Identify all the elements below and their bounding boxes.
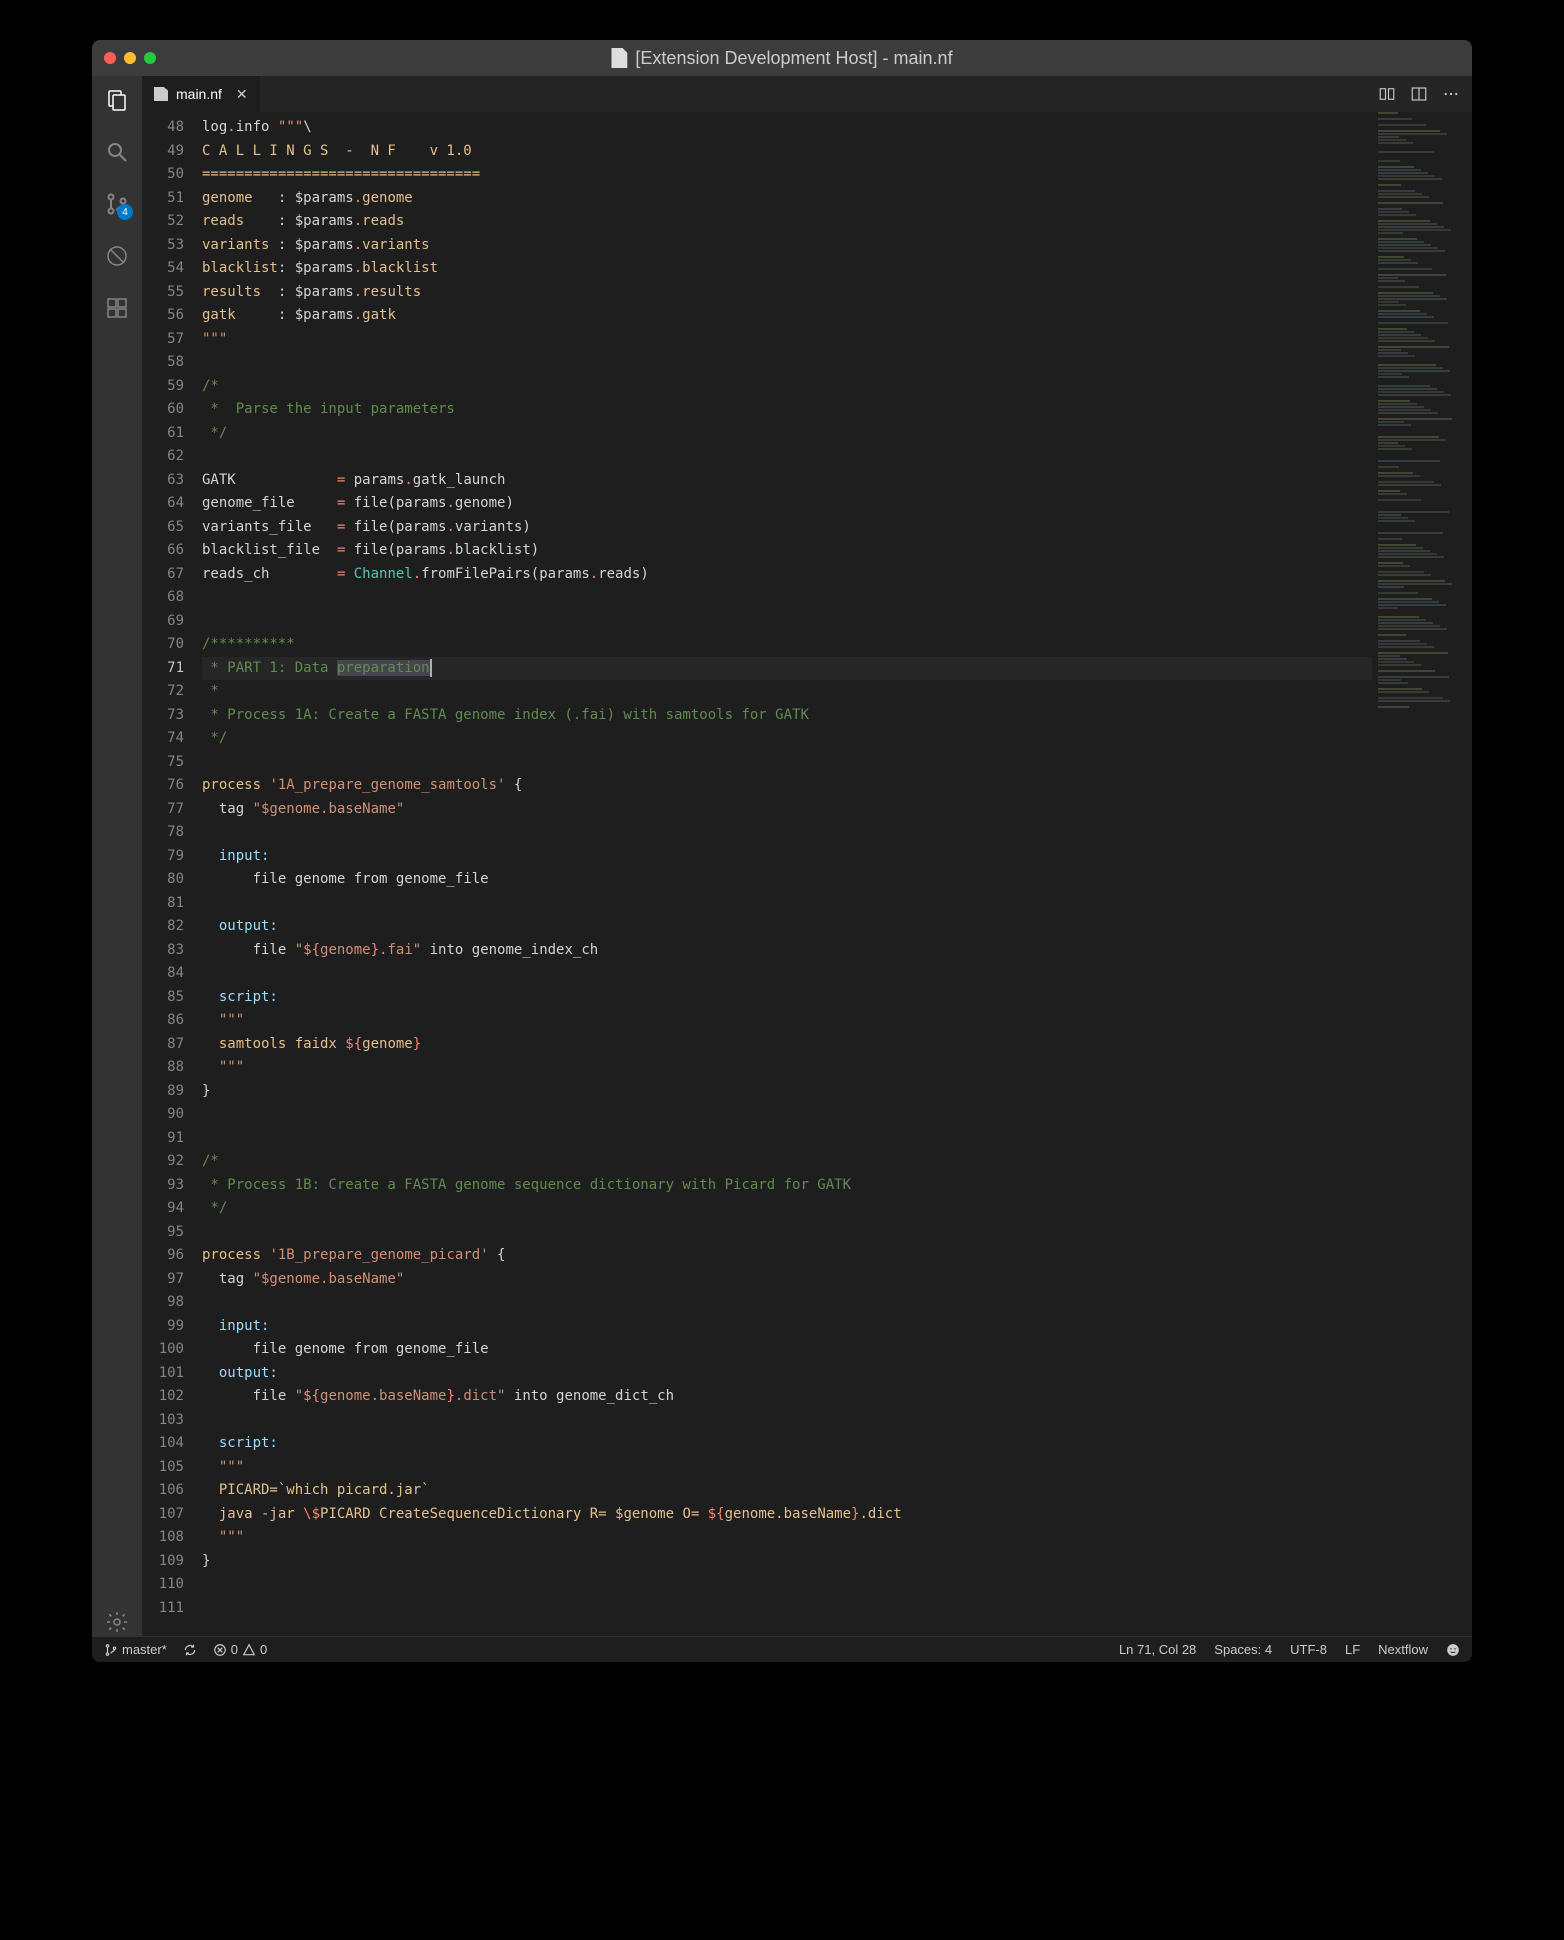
tab-main-nf[interactable]: main.nf ✕	[142, 76, 261, 112]
editor-actions	[1378, 85, 1472, 103]
eol[interactable]: LF	[1345, 1642, 1360, 1657]
branch-name: master*	[122, 1642, 167, 1657]
editor[interactable]: 4849505152535455565758596061626364656667…	[142, 112, 1472, 1636]
warning-count: 0	[260, 1642, 267, 1657]
file-icon	[611, 48, 627, 68]
scm-badge: 4	[117, 204, 133, 220]
language-mode[interactable]: Nextflow	[1378, 1642, 1428, 1657]
split-icon[interactable]	[1410, 85, 1428, 103]
vscode-window: [Extension Development Host] - main.nf 4	[92, 40, 1472, 1662]
maximize-button[interactable]	[144, 52, 156, 64]
close-icon[interactable]: ✕	[236, 86, 248, 103]
workbench: 4 main.nf ✕	[92, 76, 1472, 1636]
activity-bar: 4	[92, 76, 142, 1636]
traffic-lights	[104, 52, 156, 64]
search-icon[interactable]	[103, 138, 131, 166]
explorer-icon[interactable]	[103, 86, 131, 114]
indentation[interactable]: Spaces: 4	[1214, 1642, 1272, 1657]
settings-icon[interactable]	[103, 1608, 131, 1636]
minimize-button[interactable]	[124, 52, 136, 64]
more-icon[interactable]	[1442, 85, 1460, 103]
titlebar[interactable]: [Extension Development Host] - main.nf	[92, 40, 1472, 76]
close-button[interactable]	[104, 52, 116, 64]
compare-icon[interactable]	[1378, 85, 1396, 103]
minimap[interactable]	[1372, 112, 1472, 1636]
status-bar: master* 0 0 Ln 71, Col 28 Spaces: 4 UTF-…	[92, 1636, 1472, 1662]
feedback-icon[interactable]	[1446, 1643, 1460, 1657]
sync-indicator[interactable]	[183, 1643, 197, 1657]
encoding[interactable]: UTF-8	[1290, 1642, 1327, 1657]
problems-indicator[interactable]: 0 0	[213, 1642, 267, 1657]
branch-indicator[interactable]: master*	[104, 1642, 167, 1657]
editor-group: main.nf ✕ 484950515253545556575859606162…	[142, 76, 1472, 1636]
extensions-icon[interactable]	[103, 294, 131, 322]
line-numbers: 4849505152535455565758596061626364656667…	[142, 112, 202, 1636]
source-control-icon[interactable]: 4	[103, 190, 131, 218]
window-title-text: [Extension Development Host] - main.nf	[635, 48, 952, 69]
debug-icon[interactable]	[103, 242, 131, 270]
error-count: 0	[231, 1642, 238, 1657]
file-icon	[154, 87, 168, 101]
tab-label: main.nf	[176, 86, 222, 102]
tab-bar: main.nf ✕	[142, 76, 1472, 112]
window-title: [Extension Development Host] - main.nf	[611, 48, 952, 69]
code-content[interactable]: log.info """\C A L L I N G S - N F v 1.0…	[202, 112, 1372, 1636]
cursor-position[interactable]: Ln 71, Col 28	[1119, 1642, 1196, 1657]
